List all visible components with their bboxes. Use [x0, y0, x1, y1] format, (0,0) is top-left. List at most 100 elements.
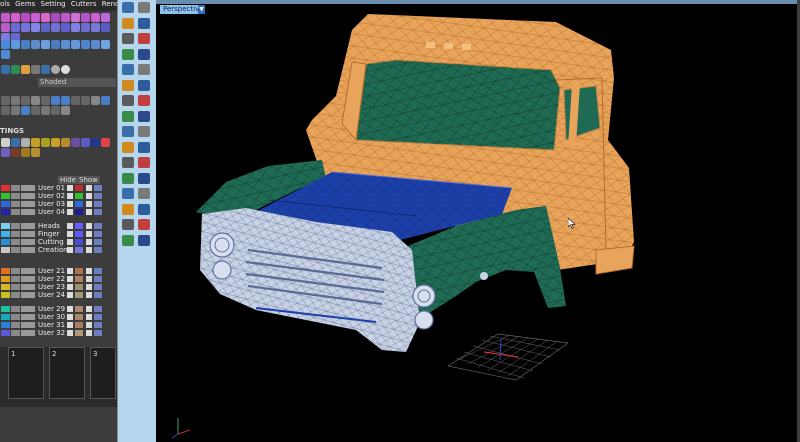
- slot-2[interactable]: 2: [49, 347, 85, 399]
- layer-row[interactable]: Heads: [0, 222, 117, 230]
- layer-row[interactable]: User 29: [0, 305, 117, 313]
- select-tool-icon[interactable]: [122, 2, 134, 13]
- layer-lock-toggle[interactable]: [11, 223, 20, 229]
- layer-lock-toggle[interactable]: [11, 231, 20, 237]
- snap-mid-icon[interactable]: [31, 96, 40, 105]
- layer-material-swatch[interactable]: [75, 223, 83, 229]
- arch-icon[interactable]: [41, 23, 50, 32]
- layer-hide-checkbox[interactable]: [67, 185, 73, 191]
- cone-icon[interactable]: [41, 13, 50, 22]
- layer-visibility-toggle[interactable]: [21, 284, 35, 290]
- helix-icon[interactable]: [61, 23, 70, 32]
- cube-settings-icon[interactable]: [81, 138, 90, 147]
- bag-icon[interactable]: [11, 148, 20, 157]
- report-icon[interactable]: [61, 138, 70, 147]
- layer-show-checkbox[interactable]: [86, 322, 92, 328]
- plugin-icon[interactable]: [1, 148, 10, 157]
- layer-visibility-toggle[interactable]: [21, 306, 35, 312]
- truck-cab-model[interactable]: [156, 0, 800, 442]
- layer-color-swatch[interactable]: [1, 185, 10, 191]
- snap-center-icon[interactable]: [41, 96, 50, 105]
- disc-icon[interactable]: [31, 23, 40, 32]
- layer-hide-checkbox[interactable]: [67, 209, 73, 215]
- layer-show-checkbox[interactable]: [86, 284, 92, 290]
- line-tool-icon[interactable]: [138, 48, 150, 60]
- delete-tool-icon[interactable]: [138, 234, 150, 246]
- project-icon[interactable]: [91, 40, 100, 49]
- layer-visibility-toggle[interactable]: [21, 193, 35, 199]
- rotate-tool-icon[interactable]: [138, 64, 150, 75]
- boolean-tool-icon[interactable]: [122, 126, 134, 137]
- layer-lock-toggle[interactable]: [11, 185, 20, 191]
- layer-hide-checkbox[interactable]: [67, 314, 73, 320]
- layer-visibility-toggle[interactable]: [21, 247, 35, 253]
- layer-row[interactable]: User 32: [0, 329, 117, 337]
- layer-hide-checkbox[interactable]: [67, 306, 73, 312]
- layer-material-swatch[interactable]: [75, 322, 83, 328]
- snap-grid2-icon[interactable]: [61, 106, 70, 115]
- star-icon[interactable]: [101, 13, 110, 22]
- layer-show-checkbox[interactable]: [86, 201, 92, 207]
- metal-icon[interactable]: [41, 138, 50, 147]
- layer-material-swatch[interactable]: [75, 330, 83, 336]
- snap-perp-icon[interactable]: [81, 96, 90, 105]
- globe-icon[interactable]: [51, 65, 60, 74]
- layer-color-swatch[interactable]: [1, 314, 10, 320]
- marker-icon[interactable]: [101, 138, 110, 147]
- ring-icon[interactable]: [81, 13, 90, 22]
- menu-item-gems[interactable]: Gems: [15, 0, 35, 8]
- snap-options-icon[interactable]: [41, 106, 50, 115]
- layer-hide-checkbox[interactable]: [67, 247, 73, 253]
- layer-hide-checkbox[interactable]: [67, 201, 73, 207]
- layer-visibility-toggle[interactable]: [21, 185, 35, 191]
- layer-render-toggle[interactable]: [94, 268, 102, 274]
- layer-visibility-toggle[interactable]: [21, 209, 35, 215]
- layer-render-toggle[interactable]: [94, 322, 102, 328]
- layer-icon[interactable]: [11, 138, 20, 147]
- layer-render-toggle[interactable]: [94, 209, 102, 215]
- layer-render-toggle[interactable]: [94, 231, 102, 237]
- snap-ortho-icon[interactable]: [51, 96, 60, 105]
- mirror-tool-icon[interactable]: [138, 79, 150, 91]
- snap-near-icon[interactable]: [71, 96, 80, 105]
- menu-item-render[interactable]: Render: [102, 0, 117, 8]
- layer-render-toggle[interactable]: [94, 314, 102, 320]
- layer-color-swatch[interactable]: [1, 276, 10, 282]
- gem-icon[interactable]: [11, 13, 20, 22]
- layer-color-swatch[interactable]: [1, 330, 10, 336]
- layer-visibility-toggle[interactable]: [21, 201, 35, 207]
- pipe-icon[interactable]: [51, 23, 60, 32]
- layer-material-swatch[interactable]: [75, 247, 83, 253]
- cylinder-icon[interactable]: [31, 13, 40, 22]
- layer-color-swatch[interactable]: [1, 268, 10, 274]
- layer-material-swatch[interactable]: [75, 231, 83, 237]
- light-tool-icon[interactable]: [122, 219, 134, 230]
- display-mode-label[interactable]: Shaded: [38, 78, 116, 87]
- layer-color-swatch[interactable]: [1, 247, 10, 253]
- gem-settings-icon[interactable]: [31, 138, 40, 147]
- layer-material-swatch[interactable]: [75, 306, 83, 312]
- layer-color-swatch[interactable]: [1, 223, 10, 229]
- layer-render-toggle[interactable]: [94, 185, 102, 191]
- snap-point-icon[interactable]: [11, 96, 20, 105]
- render-icon[interactable]: [21, 65, 30, 74]
- layer-show-checkbox[interactable]: [86, 306, 92, 312]
- twist-icon[interactable]: [51, 40, 60, 49]
- layer-color-swatch[interactable]: [1, 292, 10, 298]
- layer-color-swatch[interactable]: [1, 193, 10, 199]
- layer-visibility-toggle[interactable]: [21, 231, 35, 237]
- layer-color-swatch[interactable]: [1, 231, 10, 237]
- shade-icon[interactable]: [11, 65, 20, 74]
- layer-lock-toggle[interactable]: [11, 322, 20, 328]
- layer-render-toggle[interactable]: [94, 284, 102, 290]
- hide-button[interactable]: Hide: [58, 176, 78, 184]
- dome-icon[interactable]: [81, 23, 90, 32]
- layer-row[interactable]: Cutting: [0, 238, 117, 246]
- slot-3[interactable]: 3: [90, 347, 116, 399]
- taper-icon[interactable]: [71, 40, 80, 49]
- layer-visibility-toggle[interactable]: [21, 276, 35, 282]
- layer-color-swatch[interactable]: [1, 209, 10, 215]
- point-tool-icon[interactable]: [122, 48, 134, 60]
- layer-lock-toggle[interactable]: [11, 247, 20, 253]
- layer-lock-toggle[interactable]: [11, 209, 20, 215]
